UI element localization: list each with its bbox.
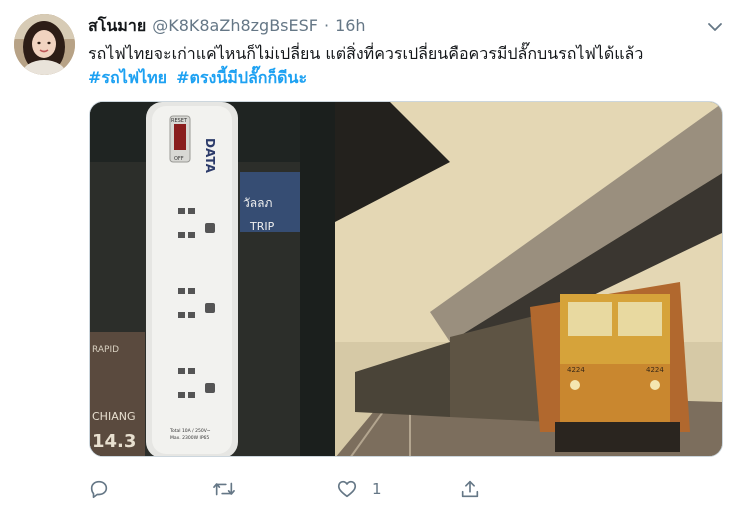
plug-spec: Max. 2300W IP65 [170, 435, 209, 441]
retweet-icon [213, 482, 235, 496]
heart-icon [337, 480, 357, 498]
like-count: 1 [372, 480, 382, 498]
sign-text: 14.3 [92, 431, 136, 452]
sign-text: RAPID [92, 345, 119, 355]
tweet[interactable]: สโนมาย @K8K8aZh8zgBsESF · 16h รถไฟไทยจะเ… [0, 0, 739, 515]
locomotive-number: 4224 [567, 366, 585, 374]
sign-text: CHIANG [92, 410, 135, 423]
hashtag-link[interactable]: #ตรงนี้มีปลั๊กก็ดีนะ [176, 68, 307, 87]
like-button[interactable]: 1 [336, 476, 382, 502]
tweet-media-image[interactable]: วัลลภ TRIP RAPID CHIANG 14.3 RESET OFF D… [89, 101, 723, 457]
hashtag-list: #รถไฟไทย #ตรงนี้มีปลั๊กก็ดีนะ [88, 66, 311, 90]
locomotive-number: 4224 [646, 366, 664, 374]
photo-collage: วัลลภ TRIP RAPID CHIANG 14.3 RESET OFF D… [90, 102, 722, 456]
plug-reset-label: RESET [171, 118, 188, 124]
user-handle[interactable]: @K8K8aZh8zgBsESF [152, 16, 318, 36]
plug-spec: Total 10A / 250V~ [169, 428, 211, 434]
display-name[interactable]: สโนมาย [88, 16, 146, 36]
share-icon [461, 480, 479, 498]
tweet-text: รถไฟไทยจะเก่าแค่ไหนก็ไม่เปลี่ยน แต่สิ่งท… [88, 44, 644, 63]
hashtag-link[interactable]: #รถไฟไทย [88, 68, 167, 87]
plug-brand: DATA [203, 138, 217, 174]
sign-text: TRIP [249, 220, 275, 233]
avatar-image [14, 14, 75, 75]
timestamp[interactable]: 16h [335, 16, 366, 36]
sign-text: วัลลภ [243, 196, 272, 210]
avatar[interactable] [14, 14, 75, 75]
separator-dot: · [323, 16, 330, 35]
tweet-actions: 1 [88, 476, 488, 502]
share-button[interactable] [459, 476, 495, 502]
reply-button[interactable] [88, 476, 124, 502]
tweet-header: สโนมาย @K8K8aZh8zgBsESF · 16h [88, 16, 366, 38]
chevron-down-icon [708, 23, 722, 31]
retweet-button[interactable] [212, 476, 250, 502]
plug-off-label: OFF [174, 156, 184, 162]
tweet-options-button[interactable] [704, 16, 726, 38]
reply-icon [90, 480, 108, 499]
